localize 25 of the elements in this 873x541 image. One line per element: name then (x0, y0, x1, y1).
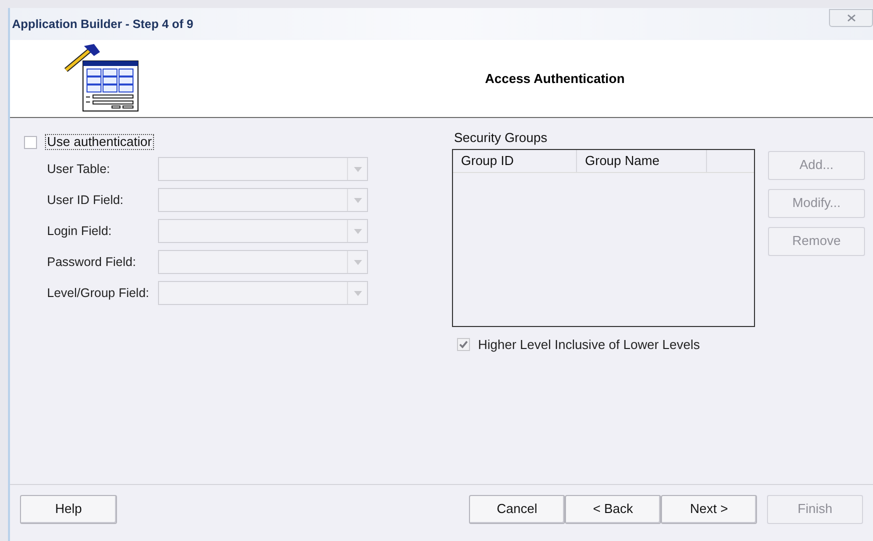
close-icon (846, 14, 856, 22)
dropdown-arrow-icon (354, 260, 362, 264)
page-heading: Access Authentication (485, 70, 625, 88)
dropdown-arrow-icon (354, 166, 362, 172)
field-label: Level/Group Field: (47, 286, 150, 300)
close-button[interactable] (829, 9, 873, 27)
field-label: Login Field: (47, 224, 112, 238)
column-header[interactable]: Group Name (577, 150, 707, 172)
field-label: Password Field: (47, 255, 136, 269)
column-header[interactable]: Group ID (453, 150, 577, 172)
checkbox[interactable] (24, 136, 37, 148)
footer-button[interactable]: < Back (565, 494, 661, 524)
dropdown-arrow-icon (354, 198, 362, 202)
window-title: Application Builder - Step 4 of 9 (12, 16, 194, 33)
field-label: User ID Field: (47, 193, 124, 207)
dropdown-arrow-icon (354, 290, 362, 296)
help-button[interactable]: Help (20, 494, 117, 524)
field-label: User Table: (47, 162, 110, 176)
checkmark-icon (459, 340, 468, 349)
group-list[interactable]: Group ID Group Name (452, 148, 755, 326)
section-label: Security Groups (453, 129, 548, 147)
footer-button[interactable]: Cancel (469, 494, 565, 524)
checkbox-label[interactable]: Use authenticatior (45, 134, 154, 150)
dropdown-arrow-icon (354, 228, 362, 234)
footer-button[interactable]: Next > (661, 494, 757, 524)
